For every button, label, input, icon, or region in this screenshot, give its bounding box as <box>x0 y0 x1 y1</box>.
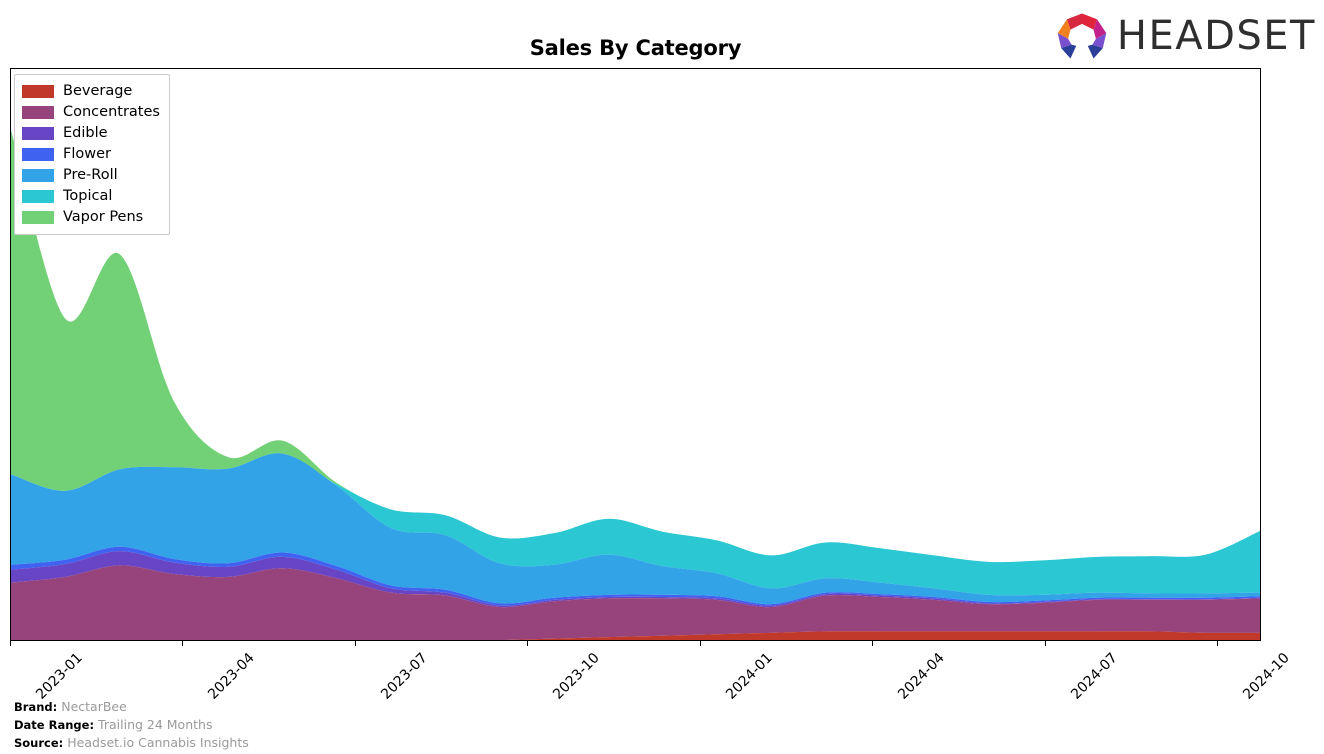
x-tick-label: 2024-07 <box>1068 650 1121 703</box>
legend-item[interactable]: Flower <box>22 144 160 165</box>
chart-page: Sales By Category HEADSET Beverage Concen… <box>0 0 1324 750</box>
stacked-area-chart <box>11 130 1260 640</box>
brand-wordmark: HEADSET <box>1116 13 1316 59</box>
footer-row: Brand: NectarBee <box>14 700 249 718</box>
legend-swatch-icon <box>22 85 54 98</box>
legend-item-label: Topical <box>63 188 113 205</box>
headset-hexagon-logo-icon <box>1057 13 1107 59</box>
legend-item-label: Pre-Roll <box>63 167 118 184</box>
footer-row: Source: Headset.io Cannabis Insights <box>14 736 249 754</box>
legend-item[interactable]: Pre-Roll <box>22 165 160 186</box>
legend-item-label: Concentrates <box>63 104 160 121</box>
x-tick-label: 2024-04 <box>895 650 948 703</box>
x-tick-mark <box>182 641 183 646</box>
legend-swatch-icon <box>22 127 54 140</box>
footer-key: Date Range: <box>14 718 95 732</box>
legend-item[interactable]: Concentrates <box>22 102 160 123</box>
legend-swatch-icon <box>22 169 54 182</box>
brand-logo: HEADSET <box>1053 10 1316 62</box>
footer-value: Trailing 24 Months <box>98 717 213 732</box>
chart-legend: Beverage Concentrates Edible Flower Pre-Roll… <box>14 74 170 235</box>
legend-swatch-icon <box>22 106 54 119</box>
x-tick-label: 2023-04 <box>205 650 258 703</box>
x-tick-mark <box>872 641 873 646</box>
legend-item-label: Edible <box>63 125 108 142</box>
x-tick-mark <box>355 641 356 646</box>
x-tick-mark <box>1217 641 1218 646</box>
legend-item-label: Beverage <box>63 83 133 100</box>
x-tick-mark <box>10 641 11 646</box>
footer-row: Date Range: Trailing 24 Months <box>14 718 249 736</box>
legend-swatch-icon <box>22 148 54 161</box>
legend-item[interactable]: Beverage <box>22 81 160 102</box>
x-tick-label: 2023-01 <box>33 650 86 703</box>
x-tick-label: 2023-07 <box>378 650 431 703</box>
x-tick-mark <box>700 641 701 646</box>
footer-value: NectarBee <box>61 699 127 714</box>
legend-item[interactable]: Vapor Pens <box>22 207 160 228</box>
footer-key: Source: <box>14 736 64 750</box>
legend-item-label: Vapor Pens <box>63 209 144 226</box>
x-tick-mark <box>527 641 528 646</box>
legend-item[interactable]: Edible <box>22 123 160 144</box>
legend-item[interactable]: Topical <box>22 186 160 207</box>
footer-key: Brand: <box>14 700 58 714</box>
x-tick-label: 2023-10 <box>550 650 603 703</box>
chart-plot-area <box>10 68 1261 641</box>
legend-swatch-icon <box>22 211 54 224</box>
x-tick-label: 2024-01 <box>723 650 776 703</box>
footer-value: Headset.io Cannabis Insights <box>67 735 249 750</box>
x-tick-mark <box>1045 641 1046 646</box>
legend-swatch-icon <box>22 190 54 203</box>
x-tick-label: 2024-10 <box>1240 650 1293 703</box>
legend-item-label: Flower <box>63 146 111 163</box>
